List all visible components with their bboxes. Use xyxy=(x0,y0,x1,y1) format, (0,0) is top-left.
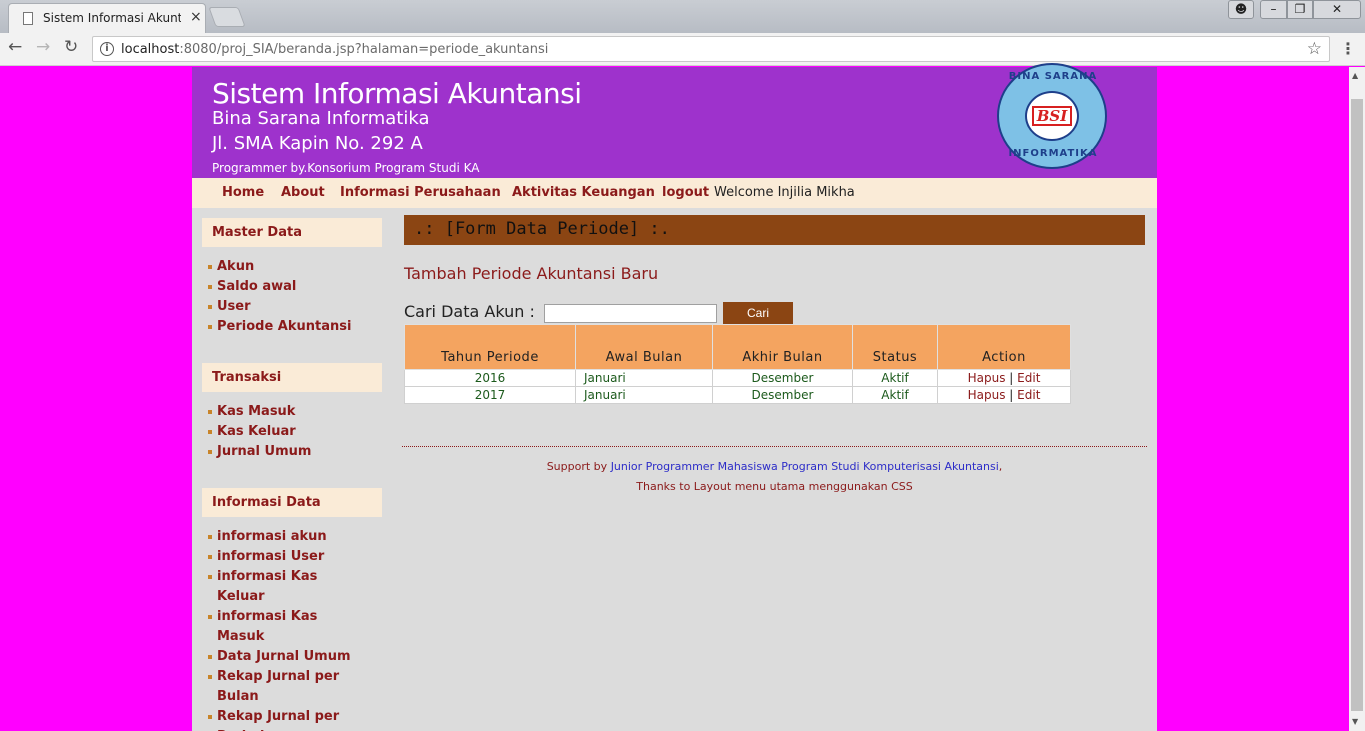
col-akhir-bulan: Akhir Bulan xyxy=(712,324,853,370)
cell-akhir: Desember xyxy=(712,369,853,387)
add-periode-link[interactable]: Tambah Periode Akuntansi Baru xyxy=(404,264,658,283)
url-host: localhost xyxy=(121,42,180,57)
action-separator: | xyxy=(1009,388,1014,402)
reload-icon[interactable]: ↻ xyxy=(64,37,78,57)
edit-link[interactable]: Edit xyxy=(1017,388,1040,402)
cell-tahun: 2016 xyxy=(404,369,576,387)
sidebar-item-informasi-kas-masuk[interactable]: informasi Kas Masuk xyxy=(202,607,352,647)
welcome-text: Welcome Injilia Mikha xyxy=(714,185,855,200)
sidebar-heading-informasi: Informasi Data xyxy=(202,488,382,517)
page-icon xyxy=(23,12,33,25)
site-subtitle: Bina Sarana Informatika xyxy=(212,108,430,129)
sidebar-item-informasi-kas-keluar[interactable]: informasi Kas Keluar xyxy=(202,567,352,607)
scroll-down-arrow-icon[interactable]: ▼ xyxy=(1352,717,1358,726)
browser-toolbar: ← → ↻ i localhost:8080/proj_SIA/beranda.… xyxy=(0,33,1365,66)
page-scrollbar[interactable]: ▲ ▼ xyxy=(1349,67,1365,731)
nav-home[interactable]: Home xyxy=(222,185,264,200)
browser-titlebar: Sistem Informasi Akuntansi × ☻ – ❐ ✕ xyxy=(0,0,1365,33)
sidebar-list-master: Akun Saldo awal User Periode Akuntansi xyxy=(202,257,382,337)
minimize-button[interactable]: – xyxy=(1260,0,1287,19)
site-programmer: Programmer by.Konsorium Program Studi KA xyxy=(212,161,480,175)
nav-informasi-perusahaan[interactable]: Informasi Perusahaan xyxy=(340,185,501,200)
close-window-button[interactable]: ✕ xyxy=(1313,0,1361,19)
url-path: :8080/proj_SIA/beranda.jsp?halaman=perio… xyxy=(179,42,549,57)
sidebar-item-jurnal-umum[interactable]: Jurnal Umum xyxy=(202,442,382,462)
col-tahun-periode: Tahun Periode xyxy=(404,324,576,370)
sidebar-item-informasi-akun[interactable]: informasi akun xyxy=(202,527,352,547)
hapus-link[interactable]: Hapus xyxy=(968,371,1006,385)
cell-awal: Januari xyxy=(575,386,713,404)
user-profile-icon[interactable]: ☻ xyxy=(1228,0,1254,19)
sidebar-item-rekap-jurnal-bulan[interactable]: Rekap Jurnal per Bulan xyxy=(202,667,352,707)
nav-logout[interactable]: logout xyxy=(662,185,709,200)
table-row: 2017 Januari Desember Aktif Hapus | Edit xyxy=(404,386,1071,404)
bookmark-star-icon[interactable]: ☆ xyxy=(1307,39,1322,59)
scroll-up-arrow-icon[interactable]: ▲ xyxy=(1352,71,1358,80)
cell-akhir: Desember xyxy=(712,386,853,404)
periode-table: Tahun Periode Awal Bulan Akhir Bulan Sta… xyxy=(404,324,1071,404)
logo-mark: BSI xyxy=(1032,106,1072,126)
col-status: Status xyxy=(852,324,938,370)
site-title: Sistem Informasi Akuntansi xyxy=(212,77,582,110)
address-bar[interactable]: i localhost:8080/proj_SIA/beranda.jsp?ha… xyxy=(92,36,1330,62)
table-header-row: Tahun Periode Awal Bulan Akhir Bulan Sta… xyxy=(404,324,1071,370)
nav-aktivitas-keuangan[interactable]: Aktivitas Keuangan xyxy=(512,185,655,200)
sidebar-item-kas-keluar[interactable]: Kas Keluar xyxy=(202,422,382,442)
cell-action: Hapus | Edit xyxy=(937,386,1071,404)
logo-top-text: BINA SARANA xyxy=(1008,71,1098,82)
action-separator: | xyxy=(1009,371,1014,385)
sidebar-heading-master: Master Data xyxy=(202,218,382,247)
site-header: Sistem Informasi Akuntansi Bina Sarana I… xyxy=(192,63,1157,178)
close-tab-icon[interactable]: × xyxy=(190,9,202,25)
bsi-logo: BINA SARANA BSI INFORMATIKA xyxy=(997,63,1107,169)
sidebar-list-informasi: informasi akun informasi User informasi … xyxy=(202,527,352,731)
new-tab-button[interactable] xyxy=(208,7,246,27)
sidebar-item-kas-masuk[interactable]: Kas Masuk xyxy=(202,402,382,422)
forward-arrow-icon[interactable]: → xyxy=(36,37,50,57)
scroll-thumb[interactable] xyxy=(1351,99,1363,711)
edit-link[interactable]: Edit xyxy=(1017,371,1040,385)
footer-support: Support by Junior Programmer Mahasiswa P… xyxy=(402,460,1147,473)
logo-inner: BSI xyxy=(1025,91,1079,141)
sidebar-item-informasi-user[interactable]: informasi User xyxy=(202,547,352,567)
col-action: Action xyxy=(937,324,1071,370)
page-container: Sistem Informasi Akuntansi Bina Sarana I… xyxy=(192,63,1157,731)
sidebar-item-periode-akuntansi[interactable]: Periode Akuntansi xyxy=(202,317,382,337)
table-row: 2016 Januari Desember Aktif Hapus | Edit xyxy=(404,369,1071,387)
cell-status: Aktif xyxy=(852,369,938,387)
sidebar-item-rekap-jurnal-periode[interactable]: Rekap Jurnal per Periode xyxy=(202,707,352,731)
footer-divider xyxy=(402,446,1147,447)
sidebar-item-data-jurnal-umum[interactable]: Data Jurnal Umum xyxy=(202,647,352,667)
support-prefix: Support by xyxy=(546,460,608,473)
search-label: Cari Data Akun : xyxy=(404,302,535,321)
hapus-link[interactable]: Hapus xyxy=(968,388,1006,402)
cell-action: Hapus | Edit xyxy=(937,369,1071,387)
tab-title: Sistem Informasi Akuntansi xyxy=(43,11,181,25)
support-suffix: , xyxy=(998,460,1003,473)
cell-status: Aktif xyxy=(852,386,938,404)
browser-tab[interactable]: Sistem Informasi Akuntansi × xyxy=(8,3,206,33)
sidebar-heading-transaksi: Transaksi xyxy=(202,363,382,392)
sidebar-item-akun[interactable]: Akun xyxy=(202,257,382,277)
browser-menu-icon[interactable]: ⋮ xyxy=(1340,39,1356,58)
search-input[interactable] xyxy=(544,304,717,323)
col-awal-bulan: Awal Bulan xyxy=(575,324,713,370)
support-link[interactable]: Junior Programmer Mahasiswa Program Stud… xyxy=(611,460,999,473)
url-text: localhost:8080/proj_SIA/beranda.jsp?hala… xyxy=(121,42,548,57)
form-title: .: [Form Data Periode] :. xyxy=(404,215,1145,245)
sidebar-item-user[interactable]: User xyxy=(202,297,382,317)
footer-thanks: Thanks to Layout menu utama menggunakan … xyxy=(636,480,913,493)
site-address: Jl. SMA Kapin No. 292 A xyxy=(212,133,423,154)
info-icon[interactable]: i xyxy=(100,42,114,56)
sidebar-item-saldo-awal[interactable]: Saldo awal xyxy=(202,277,382,297)
main-nav: Home About Informasi Perusahaan Aktivita… xyxy=(192,178,1157,208)
search-button[interactable]: Cari xyxy=(723,302,793,324)
sidebar-list-transaksi: Kas Masuk Kas Keluar Jurnal Umum xyxy=(202,402,382,462)
cell-tahun: 2017 xyxy=(404,386,576,404)
nav-about[interactable]: About xyxy=(281,185,325,200)
maximize-button[interactable]: ❐ xyxy=(1287,0,1313,19)
cell-awal: Januari xyxy=(575,369,713,387)
logo-bottom-text: INFORMATIKA xyxy=(1008,148,1098,159)
back-arrow-icon[interactable]: ← xyxy=(8,37,22,57)
